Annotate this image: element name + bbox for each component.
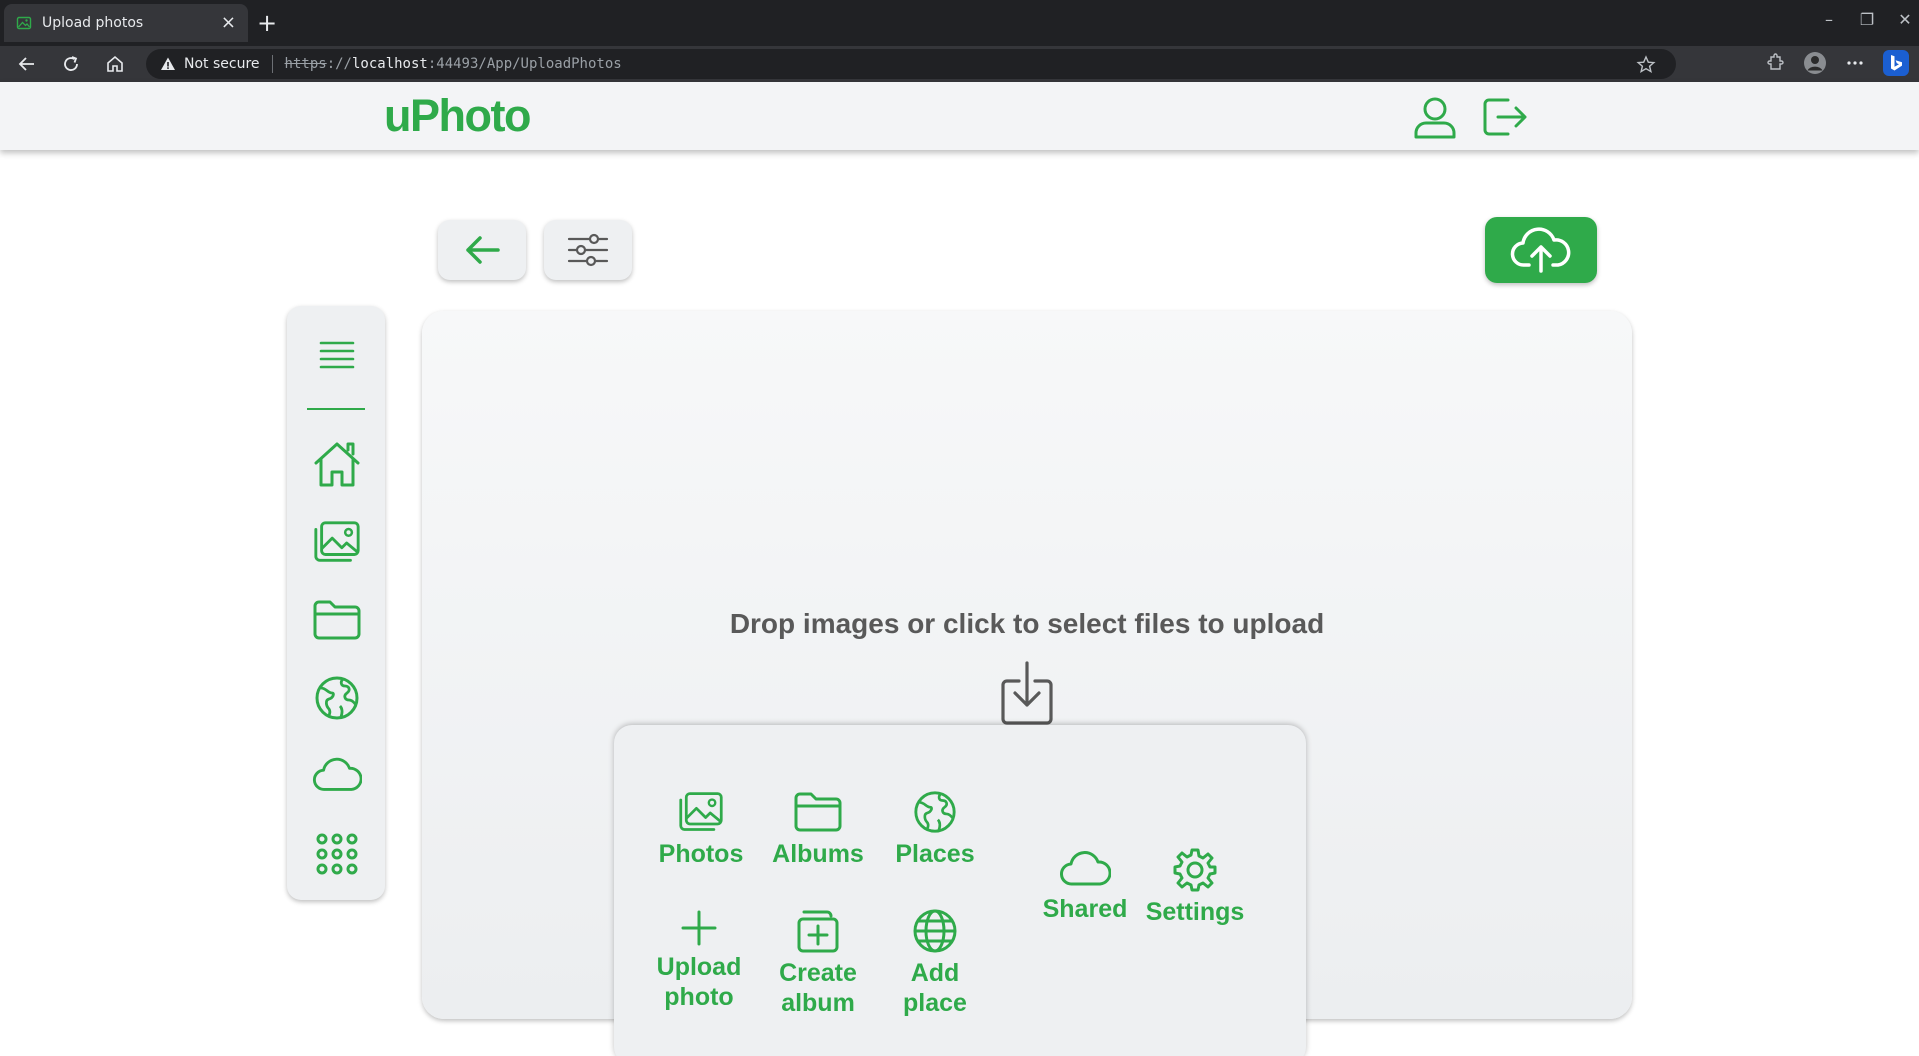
back-icon[interactable] [15,52,39,76]
folder-icon [794,792,842,832]
sidebar-item-albums[interactable] [312,595,362,645]
photos-icon [314,521,360,562]
quick-menu-add-place[interactable]: Add place [880,908,990,1018]
sidebar [287,306,385,900]
gear-icon [1173,848,1217,892]
quick-menu-label-line1: Add [910,959,960,987]
globe-icon [315,676,359,720]
quick-menu-places[interactable]: Places [880,789,990,869]
quick-menu-label-line1: Upload [656,953,742,981]
sidebar-item-apps[interactable] [312,829,362,879]
plus-icon [681,910,717,946]
apps-grid-icon [316,833,358,875]
sidebar-menu-toggle[interactable] [312,331,362,381]
upload-button[interactable] [1485,217,1597,283]
restore-icon[interactable]: ❐ [1859,10,1875,30]
quick-menu-settings[interactable]: Settings [1140,847,1250,927]
extensions-icon[interactable] [1765,53,1785,73]
quick-menu-label: Albums [772,840,864,868]
sidebar-divider [307,408,365,410]
quick-menu-shared[interactable]: Shared [1030,850,1140,924]
home-browser-icon[interactable] [103,52,127,76]
sidebar-item-shared[interactable] [312,751,362,801]
reload-icon[interactable] [59,52,83,76]
url-host: localhost [351,56,428,72]
dropzone-prompt: Drop images or click to select files to … [729,608,1325,639]
logout-icon[interactable] [1480,92,1530,142]
quick-menu-albums[interactable]: Albums [763,789,873,869]
download-tray-icon [1001,661,1053,725]
minimize-icon[interactable]: – [1821,10,1837,30]
cloud-icon [312,757,362,791]
quick-menu-create-album[interactable]: Create album [763,908,873,1018]
user-icon[interactable] [1410,92,1460,142]
sliders-icon [567,233,609,267]
url-separator: :// [326,56,352,72]
image-favicon-icon [16,16,32,30]
add-album-icon [797,910,839,953]
quick-menu-panel: Photos Albums Places Upload photo Create… [614,725,1306,1056]
close-window-icon[interactable]: ✕ [1897,10,1913,30]
tab-close-icon[interactable]: × [221,14,236,32]
address-bar[interactable]: Not secure https://localhost:44493/App/U… [146,49,1676,79]
quick-menu-label: Photos [658,840,744,868]
quick-menu-label-line2: photo [664,983,734,1011]
warning-icon [161,57,175,70]
quick-menu-label: Settings [1145,898,1245,926]
arrow-left-icon [466,236,500,264]
back-button[interactable] [438,220,526,280]
sidebar-item-places[interactable] [312,673,362,723]
quick-menu-label-line1: Create [779,959,857,987]
quick-menu-label-line2: place [903,989,967,1017]
app-header: uPhoto [0,82,1919,150]
browser-toolbar-right [1765,50,1909,76]
folder-icon [313,600,361,640]
sidebar-item-photos[interactable] [312,517,362,567]
bing-icon[interactable] [1883,50,1909,76]
tab-title: Upload photos [42,15,144,31]
window-controls: – ❐ ✕ [1821,10,1913,30]
home-icon [314,442,360,487]
quick-menu-upload-photo[interactable]: Upload photo [644,908,754,1012]
url-scheme: https [284,56,327,72]
browser-nav-bar: Not secure https://localhost:44493/App/U… [0,46,1919,82]
url-path: :44493/App/UploadPhotos [427,56,622,72]
favorites-icon[interactable] [1636,55,1656,75]
more-menu-icon[interactable] [1845,53,1865,73]
app-logo[interactable]: uPhoto [384,90,531,142]
filter-button[interactable] [544,220,632,280]
quick-menu-photos[interactable]: Photos [646,789,756,869]
url-text[interactable]: https://localhost:44493/App/UploadPhotos [285,56,622,72]
globe-grid-icon [913,909,957,953]
quick-menu-label-line2: album [781,989,855,1017]
security-status[interactable]: Not secure [184,56,260,72]
cloud-icon [1060,851,1111,886]
menu-icon [319,341,355,369]
sidebar-item-home[interactable] [312,439,362,489]
browser-tab-bar: Upload photos × + – ❐ ✕ [0,0,1919,46]
browser-tab[interactable]: Upload photos × [4,4,248,42]
cloud-upload-icon [1510,227,1571,273]
quick-menu-label: Places [895,840,975,868]
quick-menu-label: Shared [1042,895,1128,923]
address-separator [271,55,273,73]
profile-avatar-icon[interactable] [1803,51,1827,75]
photos-icon [679,792,723,831]
globe-icon [914,791,956,833]
new-tab-button[interactable]: + [254,10,280,36]
